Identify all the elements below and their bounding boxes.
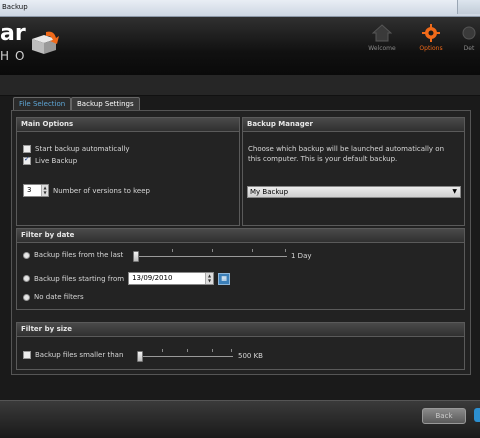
window-controls[interactable] xyxy=(457,0,480,14)
starting-from-row: Backup files starting from 13/09/2010 ▲ ▼… xyxy=(23,272,231,285)
versions-row: 3 ▲ ▼ Number of versions to keep xyxy=(23,184,150,197)
start-date-input[interactable]: 13/09/2010 ▲ ▼ xyxy=(128,272,215,285)
size-value: 500 KB xyxy=(238,352,263,360)
gear-icon xyxy=(422,24,440,42)
from-last-row[interactable]: Backup files from the last xyxy=(23,251,123,259)
chevron-down-icon: ▼ xyxy=(452,188,457,195)
slider-track xyxy=(139,356,233,357)
from-last-value: 1 Day xyxy=(291,252,312,260)
live-backup-checkbox[interactable] xyxy=(23,155,31,165)
default-backup-value: My Backup xyxy=(250,188,289,196)
nav-details-label: Det xyxy=(463,45,475,52)
slider-tick xyxy=(162,349,163,352)
nav-details[interactable]: Det xyxy=(458,24,480,52)
window-titlebar: Backup xyxy=(0,0,480,17)
stepper-arrows-icon[interactable]: ▲ ▼ xyxy=(41,185,48,196)
slider-tick xyxy=(187,349,188,352)
versions-label: Number of versions to keep xyxy=(53,186,150,195)
brand-logo-icon xyxy=(32,31,59,54)
gear-icon xyxy=(462,26,476,40)
no-date-filter-radio[interactable] xyxy=(23,293,30,301)
nav-options-label: Options xyxy=(419,45,443,52)
live-backup-row[interactable]: Live Backup xyxy=(23,155,78,165)
from-last-label: Backup files from the last xyxy=(34,251,124,259)
start-backup-row[interactable]: Start backup automatically xyxy=(23,145,130,153)
versions-stepper[interactable]: 3 ▲ ▼ xyxy=(23,184,49,197)
backup-manager-description: Choose which backup will be launched aut… xyxy=(248,145,445,163)
calendar-icon[interactable]: ▦ xyxy=(218,272,231,285)
backup-manager-panel: Backup Manager Choose which backup will … xyxy=(242,117,465,226)
stepper-arrows-icon[interactable]: ▲ ▼ xyxy=(205,273,214,284)
nav-options[interactable]: Options xyxy=(411,24,451,52)
slider-tick xyxy=(231,349,232,352)
nav-welcome[interactable]: Welcome xyxy=(362,24,402,52)
main-options-panel: Main Options Start backup automatically … xyxy=(16,117,240,226)
slider-tick xyxy=(285,249,286,252)
slider-tick xyxy=(212,349,213,352)
default-backup-select[interactable]: My Backup ▼ xyxy=(247,186,461,198)
app-header: ar HO Welcome Options Det xyxy=(0,17,480,75)
footer-bar: Back xyxy=(0,400,480,438)
starting-from-radio[interactable] xyxy=(23,275,30,282)
no-date-filter-label: No date filters xyxy=(34,293,84,301)
nav-welcome-label: Welcome xyxy=(368,45,396,52)
versions-value: 3 xyxy=(27,186,32,194)
next-button[interactable] xyxy=(474,408,480,422)
smaller-than-row[interactable]: Backup files smaller than xyxy=(23,351,123,359)
live-backup-label: Live Backup xyxy=(35,157,78,165)
from-last-radio[interactable] xyxy=(23,251,30,259)
tab-file-selection[interactable]: File Selection xyxy=(13,97,72,111)
start-backup-checkbox[interactable] xyxy=(23,145,31,153)
back-button[interactable]: Back xyxy=(422,408,466,424)
size-slider-thumb[interactable] xyxy=(137,351,143,362)
header-stripe xyxy=(0,75,480,96)
main-options-title: Main Options xyxy=(17,118,239,132)
brand-logo-text: ar xyxy=(0,21,26,46)
slider-tick xyxy=(212,249,213,252)
slider-track xyxy=(135,256,287,257)
settings-content: Main Options Start backup automatically … xyxy=(11,110,471,375)
smaller-than-checkbox[interactable] xyxy=(23,351,31,359)
filter-size-title: Filter by size xyxy=(17,323,464,337)
slider-tick xyxy=(252,249,253,252)
window-title: Backup xyxy=(2,3,28,11)
brand-logo-subtext: HO xyxy=(0,49,31,63)
no-date-filter-row[interactable]: No date filters xyxy=(23,293,84,301)
filter-date-title: Filter by date xyxy=(17,229,464,243)
tab-backup-settings[interactable]: Backup Settings xyxy=(71,97,140,111)
smaller-than-label: Backup files smaller than xyxy=(35,351,124,359)
home-icon xyxy=(372,24,392,42)
from-last-slider-thumb[interactable] xyxy=(133,251,139,262)
starting-from-label: Backup files starting from xyxy=(34,274,125,283)
filter-date-panel: Filter by date Backup files from the las… xyxy=(16,228,465,310)
filter-size-panel: Filter by size Backup files smaller than… xyxy=(16,322,465,370)
start-backup-label: Start backup automatically xyxy=(35,145,130,153)
backup-manager-title: Backup Manager xyxy=(243,118,464,132)
start-date-value: 13/09/2010 xyxy=(132,274,173,282)
slider-tick xyxy=(172,249,173,252)
